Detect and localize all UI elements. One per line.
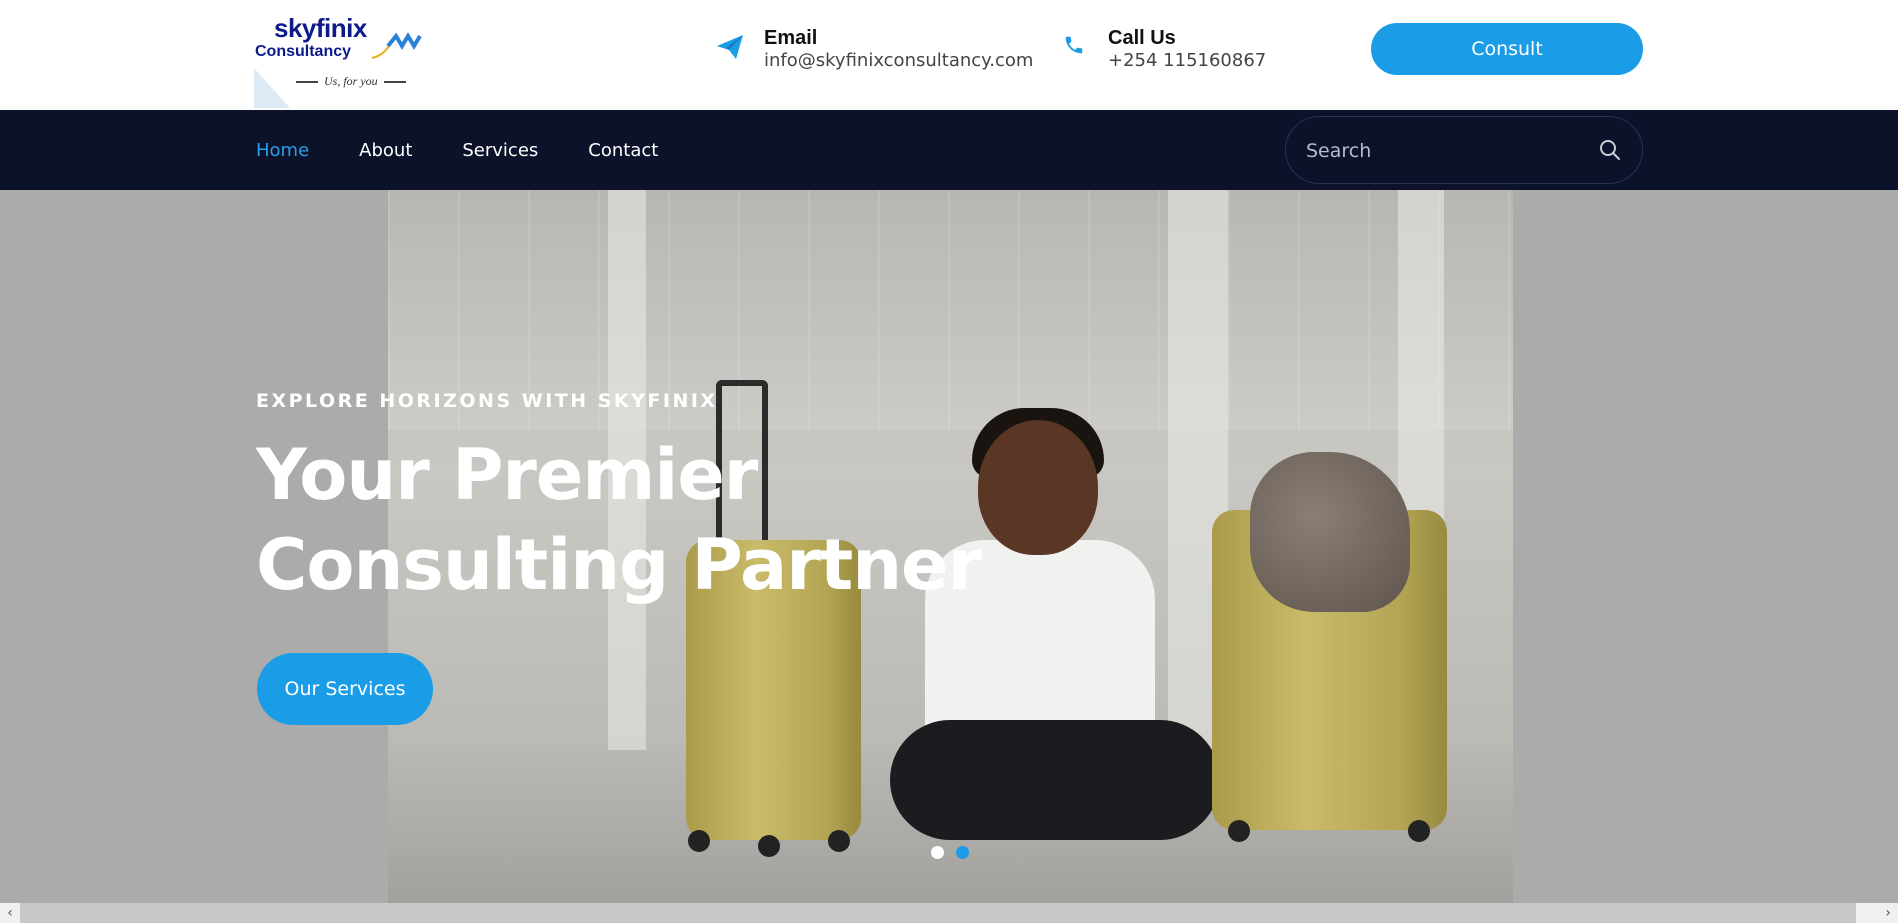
search-box bbox=[1285, 116, 1643, 184]
our-services-button[interactable]: Our Services bbox=[257, 653, 433, 725]
logo-sub: Consultancy bbox=[255, 43, 352, 60]
email-label: Email bbox=[764, 27, 818, 49]
email-value[interactable]: info@skyfinixconsultancy.com bbox=[764, 50, 1033, 72]
phone-contact: Call Us +254 115160867 bbox=[1054, 26, 1266, 72]
email-contact: Email info@skyfinixconsultancy.com bbox=[710, 26, 1033, 72]
hero-carousel: EXPLORE HORIZONS WITH SKYFINIX Your Prem… bbox=[0, 190, 1898, 903]
top-header: skyfinix Consultancy Us, for you Email i… bbox=[0, 0, 1898, 110]
logo-triangle-decoration bbox=[254, 68, 290, 108]
logo-zigzag-icon bbox=[371, 32, 422, 59]
logo-name: skyfinix bbox=[274, 13, 367, 43]
hero-headline-line1: Your Premier bbox=[256, 434, 758, 516]
phone-label: Call Us bbox=[1108, 27, 1176, 49]
hero-eyebrow: EXPLORE HORIZONS WITH SKYFINIX bbox=[256, 390, 718, 412]
paper-plane-icon bbox=[710, 26, 750, 60]
phone-value[interactable]: +254 115160867 bbox=[1108, 50, 1266, 72]
scrollbar-thumb[interactable] bbox=[20, 903, 1856, 923]
carousel-dot-2[interactable] bbox=[956, 846, 969, 859]
search-input[interactable] bbox=[1306, 135, 1576, 167]
nav-item-about[interactable]: About bbox=[359, 140, 412, 161]
logo-tagline: Us, for you bbox=[290, 74, 412, 89]
search-icon[interactable] bbox=[1599, 139, 1621, 161]
main-navbar: Home About Services Contact bbox=[0, 110, 1898, 190]
carousel-dot-1[interactable] bbox=[931, 846, 944, 859]
nav-item-contact[interactable]: Contact bbox=[588, 140, 658, 161]
phone-icon bbox=[1054, 26, 1094, 56]
consult-button[interactable]: Consult bbox=[1371, 23, 1643, 75]
nav-item-services[interactable]: Services bbox=[462, 140, 538, 161]
hero-headline-line2: Consulting Partner bbox=[256, 524, 982, 606]
carousel-dots bbox=[931, 846, 981, 859]
scroll-right-arrow[interactable]: › bbox=[1878, 903, 1898, 923]
brand-logo[interactable]: skyfinix Consultancy Us, for you bbox=[254, 10, 424, 110]
hero-text: EXPLORE HORIZONS WITH SKYFINIX Your Prem… bbox=[256, 390, 982, 610]
scroll-left-arrow[interactable]: ‹ bbox=[0, 903, 20, 923]
nav-item-home[interactable]: Home bbox=[256, 140, 309, 161]
nav-menu: Home About Services Contact bbox=[256, 110, 708, 190]
horizontal-scrollbar[interactable]: ‹ › bbox=[0, 903, 1898, 923]
